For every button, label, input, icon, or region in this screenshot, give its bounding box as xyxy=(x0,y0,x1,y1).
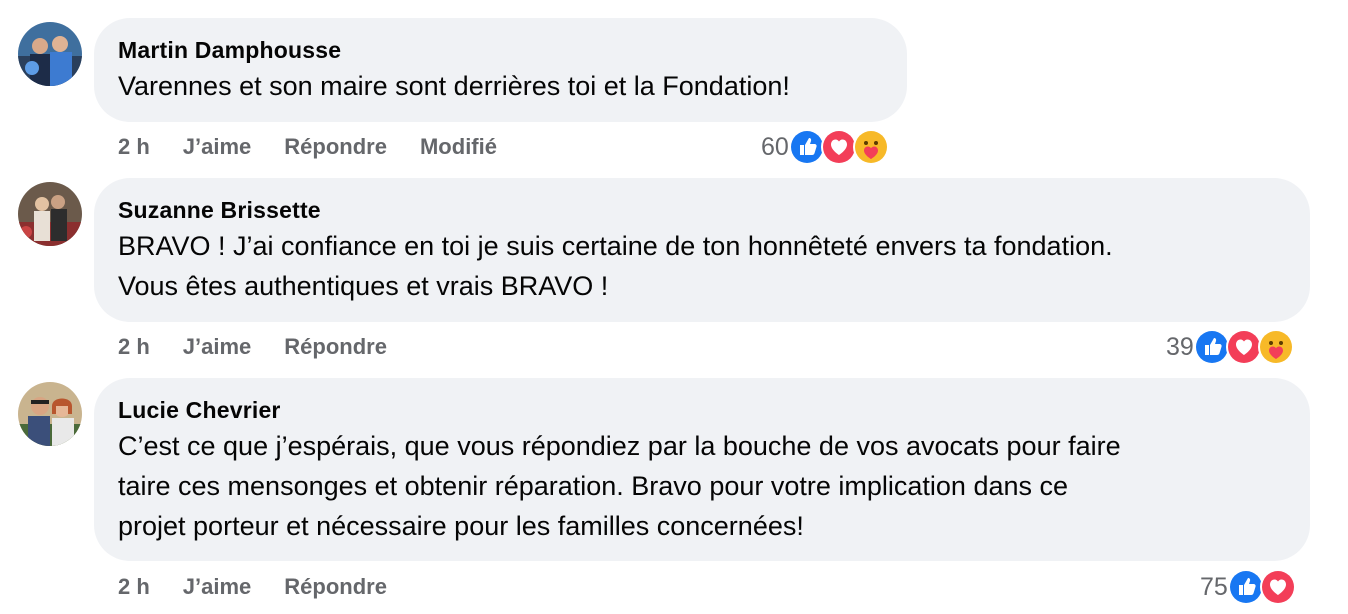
avatar[interactable] xyxy=(18,382,82,446)
comment-text: BRAVO ! J’ai confiance en toi je suis ce… xyxy=(118,226,1286,306)
avatar[interactable] xyxy=(18,22,82,86)
like-button[interactable]: J’aime xyxy=(183,334,252,360)
comment-text: C’est ce que j’espérais, que vous répond… xyxy=(118,426,1286,546)
like-icon xyxy=(1227,569,1264,605)
comment-text-line: C’est ce que j’espérais, que vous répond… xyxy=(118,431,1121,461)
reply-button[interactable]: Répondre xyxy=(284,574,387,600)
like-button[interactable]: J’aime xyxy=(183,134,252,160)
reaction-count: 39 xyxy=(1166,332,1194,361)
reaction-summary[interactable]: 60 xyxy=(761,127,889,167)
love-icon xyxy=(1225,329,1262,365)
comment-bubble: Lucie Chevrier C’est ce que j’espérais, … xyxy=(94,378,1310,561)
love-icon xyxy=(820,129,857,165)
care-icon xyxy=(852,129,889,165)
reaction-count: 75 xyxy=(1200,572,1228,601)
like-icon xyxy=(788,129,825,165)
edited-label[interactable]: Modifié xyxy=(420,134,497,160)
comment-text-line: BRAVO ! J’ai confiance en toi je suis ce… xyxy=(118,231,1113,261)
reply-button[interactable]: Répondre xyxy=(284,334,387,360)
comment-actions: 2 h J’aime Répondre Modifié xyxy=(118,132,530,162)
reply-button[interactable]: Répondre xyxy=(284,134,387,160)
timestamp[interactable]: 2 h xyxy=(118,334,150,360)
author-name[interactable]: Suzanne Brissette xyxy=(118,196,1286,224)
comment-text: Varennes et son maire sont derrières toi… xyxy=(118,71,790,101)
comment-bubble: Martin Damphousse Varennes et son maire … xyxy=(94,18,907,122)
timestamp[interactable]: 2 h xyxy=(118,574,150,600)
comment-bubble: Suzanne Brissette BRAVO ! J’ai confiance… xyxy=(94,178,1310,322)
comment-text-line: projet porteur et nécessaire pour les fa… xyxy=(118,511,804,541)
reaction-summary[interactable]: 39 xyxy=(1166,327,1294,367)
care-icon xyxy=(1257,329,1294,365)
timestamp[interactable]: 2 h xyxy=(118,134,150,160)
love-icon xyxy=(1259,569,1296,605)
comment-text-line: Vous êtes authentiques et vrais BRAVO ! xyxy=(118,271,609,301)
like-icon xyxy=(1193,329,1230,365)
author-name[interactable]: Martin Damphousse xyxy=(118,36,883,64)
comment-actions: 2 h J’aime Répondre xyxy=(118,572,420,602)
author-name[interactable]: Lucie Chevrier xyxy=(118,396,1286,424)
reaction-summary[interactable]: 75 xyxy=(1200,567,1296,607)
reaction-count: 60 xyxy=(761,132,789,161)
comment-actions: 2 h J’aime Répondre xyxy=(118,332,420,362)
comment-text-line: taire ces mensonges et obtenir réparatio… xyxy=(118,471,1069,501)
like-button[interactable]: J’aime xyxy=(183,574,252,600)
avatar[interactable] xyxy=(18,182,82,246)
